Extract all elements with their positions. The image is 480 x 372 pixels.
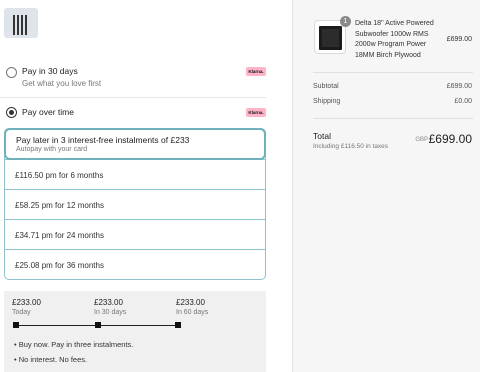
payment-option-pay-over-time[interactable]: Pay over time Klarna.	[0, 99, 266, 127]
instalment-option-36-months[interactable]: £25.08 pm for 36 months	[5, 249, 265, 279]
logo-stripe	[21, 15, 23, 35]
product-price: £699.00	[446, 36, 472, 43]
instalment-option-label: £58.25 pm for 12 months	[15, 201, 104, 210]
summary-divider	[313, 72, 473, 73]
shipping-value: £0.00	[454, 98, 472, 105]
pay-in-3-title: Pay later in 3 interest-free instalments…	[16, 135, 190, 145]
logo-stripe	[25, 15, 27, 35]
plan-bullet: Buy now. Pay in three instalments.	[14, 340, 134, 349]
total-label: Total	[313, 131, 331, 141]
instalment-option-label: £116.50 pm for 6 months	[15, 171, 104, 180]
summary-divider	[313, 118, 473, 119]
pay-in-30-days-subtitle: Get what you love first	[22, 79, 102, 88]
order-summary-panel: 1 Delta 18" Active Powered Subwoofer 100…	[292, 0, 480, 372]
instalment-option-pay-in-3[interactable]: Pay later in 3 interest-free instalments…	[4, 128, 266, 160]
total-value: £699.00	[428, 132, 472, 146]
plan-step-amount: £233.00	[94, 298, 123, 307]
radio-pay-over-time[interactable]	[6, 107, 17, 118]
pay-over-time-label: Pay over time	[22, 107, 74, 117]
klarna-badge: Klarna.	[246, 108, 266, 117]
logo-stripe	[17, 15, 19, 35]
instalment-option-12-months[interactable]: £58.25 pm for 12 months	[5, 189, 265, 219]
klarna-badge: Klarna.	[246, 67, 266, 76]
logo-stripe	[13, 15, 15, 35]
plan-step-today: £233.00 Today	[12, 298, 41, 316]
plan-bullet: No interest. No fees.	[14, 355, 87, 364]
radio-pay-in-30-days[interactable]	[6, 67, 17, 78]
instalment-option-label: £25.08 pm for 36 months	[15, 261, 104, 270]
quantity-badge: 1	[340, 16, 351, 27]
timeline-marker	[95, 322, 101, 328]
payment-option-pay-in-30-days[interactable]: Pay in 30 days Get what you love first K…	[0, 58, 266, 98]
instalment-option-label: £34.71 pm for 24 months	[15, 231, 104, 240]
tax-note: Including £116.50 in taxes	[313, 143, 389, 150]
subwoofer-image	[319, 26, 342, 50]
plan-step-30-days: £233.00 In 30 days	[94, 298, 126, 316]
subtotal-value: £699.00	[446, 83, 472, 90]
plan-step-date: In 30 days	[94, 309, 127, 316]
shipping-label: Shipping	[313, 98, 341, 105]
payment-plan-summary: £233.00 Today £233.00 In 30 days £233.00…	[4, 291, 266, 372]
store-logo-icon[interactable]	[4, 8, 38, 38]
plan-step-date: Today	[12, 309, 31, 316]
currency-code: GBP	[415, 137, 428, 143]
instalment-option-24-months[interactable]: £34.71 pm for 24 months	[5, 219, 265, 249]
plan-step-amount: £233.00	[12, 298, 41, 307]
pay-in-3-subtitle: Autopay with your card	[16, 146, 88, 153]
payment-panel: Pay in 30 days Get what you love first K…	[0, 0, 292, 372]
timeline-marker	[13, 322, 19, 328]
product-name: Delta 18" Active Powered Subwoofer 1000w…	[355, 20, 434, 59]
timeline-marker	[175, 322, 181, 328]
plan-step-date: In 60 days	[176, 309, 209, 316]
plan-step-amount: £233.00	[176, 298, 205, 307]
subtotal-label: Subtotal	[313, 83, 339, 90]
instalment-option-6-months[interactable]: £116.50 pm for 6 months	[5, 159, 265, 189]
pay-in-30-days-label: Pay in 30 days	[22, 66, 78, 76]
plan-step-60-days: £233.00 In 60 days	[176, 298, 208, 316]
